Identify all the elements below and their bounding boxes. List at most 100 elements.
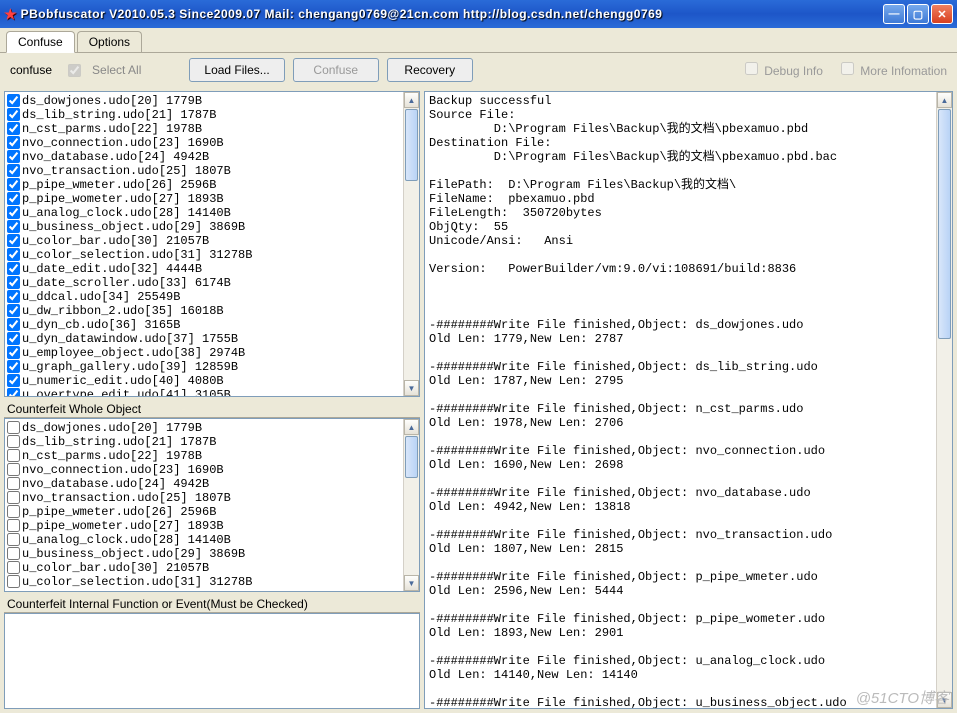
debug-info-checkbox[interactable] [745, 62, 758, 75]
item-checkbox[interactable] [7, 178, 20, 191]
list-item[interactable]: p_pipe_wometer.udo[27] 1893B [7, 192, 417, 206]
scroll-thumb[interactable] [405, 109, 418, 181]
log-panel: Backup successful Source File: D:\Progra… [424, 91, 953, 709]
scroll-down-icon[interactable]: ▼ [404, 575, 419, 591]
confuse-button[interactable]: Confuse [293, 58, 379, 82]
item-checkbox[interactable] [7, 332, 20, 345]
item-checkbox[interactable] [7, 374, 20, 387]
list-item[interactable]: nvo_connection.udo[23] 1690B [7, 136, 417, 150]
list-item[interactable]: u_employee_object.udo[38] 2974B [7, 346, 417, 360]
list-item[interactable]: n_cst_parms.udo[22] 1978B [7, 449, 417, 463]
list-item[interactable]: nvo_database.udo[24] 4942B [7, 477, 417, 491]
item-checkbox[interactable] [7, 463, 20, 476]
more-info-label: More Infomation [860, 64, 947, 78]
list-item[interactable]: u_analog_clock.udo[28] 14140B [7, 206, 417, 220]
scroll-up-icon[interactable]: ▲ [404, 92, 419, 108]
app-icon: ★ [4, 6, 17, 23]
item-checkbox[interactable] [7, 276, 20, 289]
list-item[interactable]: u_color_selection.udo[31] 31278B [7, 248, 417, 262]
list-item[interactable]: ds_dowjones.udo[20] 1779B [7, 421, 417, 435]
list-item[interactable]: u_overtype_edit.udo[41] 3105B [7, 388, 417, 396]
list-item[interactable]: u_dyn_cb.udo[36] 3165B [7, 318, 417, 332]
list-item[interactable]: p_pipe_wmeter.udo[26] 2596B [7, 505, 417, 519]
item-checkbox[interactable] [7, 136, 20, 149]
watermark: @51CTO博客 [856, 687, 949, 708]
list-item[interactable]: u_color_bar.udo[30] 21057B [7, 234, 417, 248]
item-checkbox[interactable] [7, 388, 20, 396]
more-info-checkbox[interactable] [841, 62, 854, 75]
maximize-button[interactable]: ▢ [907, 4, 929, 24]
item-checkbox[interactable] [7, 477, 20, 490]
whole-object-label: Counterfeit Whole Object [4, 401, 420, 418]
list-item[interactable]: p_pipe_wmeter.udo[26] 2596B [7, 178, 417, 192]
list-item[interactable]: nvo_connection.udo[23] 1690B [7, 463, 417, 477]
list-item[interactable]: u_date_scroller.udo[33] 6174B [7, 276, 417, 290]
list-item[interactable]: p_pipe_wometer.udo[27] 1893B [7, 519, 417, 533]
list-item[interactable]: u_date_edit.udo[32] 4444B [7, 262, 417, 276]
list-item[interactable]: u_color_bar.udo[30] 21057B [7, 561, 417, 575]
scroll-down-icon[interactable]: ▼ [404, 380, 419, 396]
list-item[interactable]: u_graph_gallery.udo[39] 12859B [7, 360, 417, 374]
item-checkbox[interactable] [7, 491, 20, 504]
item-checkbox[interactable] [7, 575, 20, 588]
item-checkbox[interactable] [7, 547, 20, 560]
item-checkbox[interactable] [7, 94, 20, 107]
list-item[interactable]: u_ddcal.udo[34] 25549B [7, 290, 417, 304]
item-checkbox[interactable] [7, 290, 20, 303]
list-item[interactable]: ds_lib_string.udo[21] 1787B [7, 435, 417, 449]
item-checkbox[interactable] [7, 192, 20, 205]
tab-options[interactable]: Options [77, 31, 142, 52]
list-item[interactable]: nvo_transaction.udo[25] 1807B [7, 164, 417, 178]
scrollbar[interactable]: ▲ ▼ [403, 92, 419, 396]
item-checkbox[interactable] [7, 262, 20, 275]
list-item[interactable]: n_cst_parms.udo[22] 1978B [7, 122, 417, 136]
item-checkbox[interactable] [7, 304, 20, 317]
item-checkbox[interactable] [7, 248, 20, 261]
list-item[interactable]: u_dyn_datawindow.udo[37] 1755B [7, 332, 417, 346]
scroll-thumb[interactable] [938, 109, 951, 339]
list-item[interactable]: nvo_transaction.udo[25] 1807B [7, 491, 417, 505]
list-item[interactable]: u_business_object.udo[29] 3869B [7, 547, 417, 561]
select-all-checkbox[interactable] [68, 64, 81, 77]
item-checkbox[interactable] [7, 206, 20, 219]
list-item[interactable]: u_color_selection.udo[31] 31278B [7, 575, 417, 589]
list-item[interactable]: u_dw_ribbon_2.udo[35] 16018B [7, 304, 417, 318]
scrollbar[interactable]: ▲ ▼ [936, 92, 952, 708]
item-checkbox[interactable] [7, 318, 20, 331]
item-checkbox[interactable] [7, 122, 20, 135]
log-output: Backup successful Source File: D:\Progra… [425, 92, 952, 708]
minimize-button[interactable]: — [883, 4, 905, 24]
toolbar: confuse Select All Load Files... Confuse… [0, 53, 957, 87]
scroll-up-icon[interactable]: ▲ [404, 419, 419, 435]
item-checkbox[interactable] [7, 449, 20, 462]
load-files-button[interactable]: Load Files... [189, 58, 284, 82]
item-checkbox[interactable] [7, 421, 20, 434]
item-checkbox[interactable] [7, 519, 20, 532]
recovery-button[interactable]: Recovery [387, 58, 473, 82]
item-checkbox[interactable] [7, 435, 20, 448]
scroll-thumb[interactable] [405, 436, 418, 478]
list-item[interactable]: u_analog_clock.udo[28] 14140B [7, 533, 417, 547]
scrollbar[interactable]: ▲ ▼ [403, 419, 419, 591]
item-checkbox[interactable] [7, 346, 20, 359]
list-item[interactable]: u_numeric_edit.udo[40] 4080B [7, 374, 417, 388]
scroll-up-icon[interactable]: ▲ [937, 92, 952, 108]
item-checkbox[interactable] [7, 561, 20, 574]
close-button[interactable]: ✕ [931, 4, 953, 24]
item-checkbox[interactable] [7, 533, 20, 546]
item-checkbox[interactable] [7, 108, 20, 121]
file-list-panel: ds_dowjones.udo[20] 1779Bds_lib_string.u… [4, 91, 420, 397]
list-item[interactable]: ds_dowjones.udo[20] 1779B [7, 94, 417, 108]
item-checkbox[interactable] [7, 220, 20, 233]
item-checkbox[interactable] [7, 164, 20, 177]
item-checkbox[interactable] [7, 234, 20, 247]
item-checkbox[interactable] [7, 150, 20, 163]
item-checkbox[interactable] [7, 360, 20, 373]
item-checkbox[interactable] [7, 505, 20, 518]
window-title: PBobfuscator V2010.05.3 Since2009.07 Mai… [21, 7, 663, 21]
whole-object-panel: ds_dowjones.udo[20] 1779Bds_lib_string.u… [4, 418, 420, 592]
list-item[interactable]: ds_lib_string.udo[21] 1787B [7, 108, 417, 122]
tab-confuse[interactable]: Confuse [6, 31, 75, 53]
list-item[interactable]: u_business_object.udo[29] 3869B [7, 220, 417, 234]
list-item[interactable]: nvo_database.udo[24] 4942B [7, 150, 417, 164]
